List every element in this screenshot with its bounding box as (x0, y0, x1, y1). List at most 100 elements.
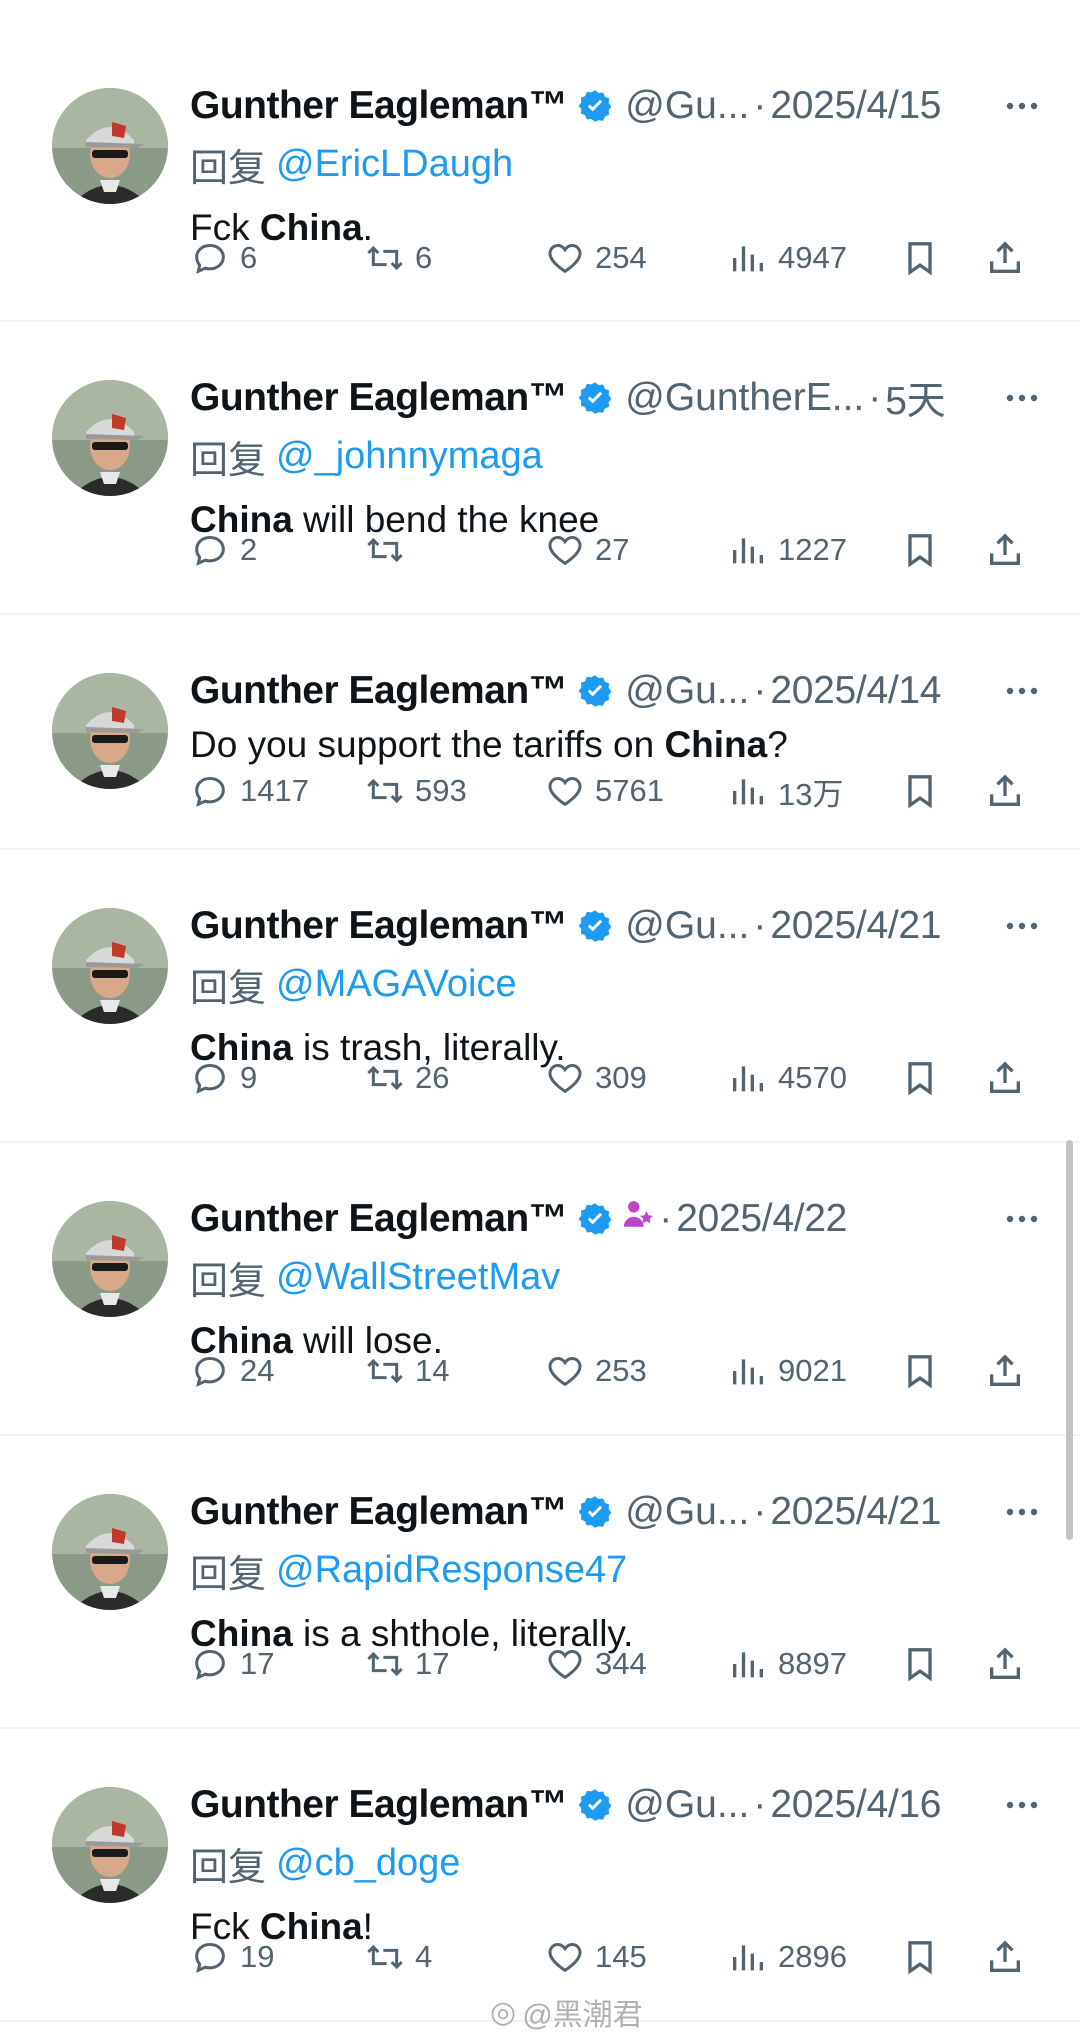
bookmark-button[interactable] (900, 1058, 940, 1098)
like-button[interactable]: 27 (545, 530, 629, 570)
avatar[interactable] (52, 1787, 168, 1903)
bookmark-button[interactable] (900, 530, 940, 570)
post-date[interactable]: 2025/4/21 (770, 904, 941, 948)
retweet-button[interactable]: 6 (365, 238, 432, 278)
views-button[interactable]: 4947 (728, 238, 847, 278)
views-button[interactable]: 9021 (728, 1351, 847, 1391)
share-button[interactable] (985, 1937, 1025, 1977)
more-options-icon[interactable] (1004, 1193, 1040, 1245)
views-button[interactable]: 4570 (728, 1058, 847, 1098)
reply-button[interactable]: 2 (190, 530, 257, 570)
share-button[interactable] (985, 1644, 1025, 1684)
retweet-button[interactable] (365, 530, 415, 570)
reply-to-link[interactable]: @WallStreetMav (276, 1256, 560, 1299)
author-name[interactable]: Gunther Eagleman™ (190, 669, 568, 713)
share-button[interactable] (985, 1351, 1025, 1391)
author-name[interactable]: Gunther Eagleman™ (190, 84, 568, 128)
author-handle[interactable]: @Gu... (625, 669, 749, 713)
reply-to-link[interactable]: @EricLDaugh (276, 143, 513, 186)
like-button[interactable]: 309 (545, 1058, 647, 1098)
bookmark-button[interactable] (900, 1937, 940, 1977)
bookmark-button[interactable] (900, 238, 940, 278)
watermark: ◎ @黑潮君 (490, 1990, 643, 2034)
avatar[interactable] (52, 380, 168, 496)
like-count: 27 (595, 532, 630, 567)
avatar[interactable] (52, 908, 168, 1024)
author-name[interactable]: Gunther Eagleman™ (190, 904, 568, 948)
more-options-icon[interactable] (1004, 900, 1040, 952)
author-handle[interactable]: @Gu... (625, 904, 749, 948)
tweet[interactable]: Gunther Eagleman™ @Gu... · 2025/4/15 回复 (0, 0, 1080, 322)
reply-button[interactable]: 9 (190, 1058, 257, 1098)
tweet[interactable]: Gunther Eagleman™ @Gu... · 2025/4/21 回复 (0, 850, 1080, 1143)
author-handle[interactable]: @Gu... (625, 84, 749, 128)
like-button[interactable]: 253 (545, 1351, 647, 1391)
retweet-button[interactable]: 14 (365, 1351, 449, 1391)
weibo-logo-icon: ◎ (490, 1995, 517, 2029)
post-date[interactable]: 2025/4/21 (770, 1490, 941, 1534)
more-options-icon[interactable] (1004, 80, 1040, 132)
author-handle[interactable]: @Gu... (625, 1490, 749, 1534)
author-handle[interactable]: @GuntherE... (625, 376, 864, 420)
reply-to-link[interactable]: @MAGAVoice (276, 963, 517, 1006)
post-date[interactable]: 2025/4/15 (770, 84, 941, 128)
post-date[interactable]: 2025/4/22 (676, 1197, 847, 1241)
author-name[interactable]: Gunther Eagleman™ (190, 1197, 568, 1241)
more-options-icon[interactable] (1004, 1486, 1040, 1538)
views-button[interactable]: 1227 (728, 530, 847, 570)
share-button[interactable] (985, 530, 1025, 570)
verified-badge-icon (578, 1203, 612, 1235)
like-button[interactable]: 145 (545, 1937, 647, 1977)
separator: · (659, 1197, 673, 1240)
reply-button[interactable]: 19 (190, 1937, 274, 1977)
post-date[interactable]: 2025/4/14 (770, 669, 941, 713)
tweet[interactable]: Gunther Eagleman™ @Gu... · 2025/4/16 回复 (0, 1729, 1080, 2022)
share-icon (990, 1354, 1020, 1386)
reply-to-link[interactable]: @cb_doge (276, 1842, 460, 1885)
views-button[interactable]: 13万 (728, 769, 843, 814)
post-date[interactable]: 5天 (885, 370, 945, 426)
tweet[interactable]: Gunther Eagleman™ @Gu... · 2025/4/14 Do … (0, 615, 1080, 850)
share-button[interactable] (985, 771, 1025, 811)
tweet[interactable]: Gunther Eagleman™ · 2025/4/22 回复 @WallSt… (0, 1143, 1080, 1436)
bookmark-button[interactable] (900, 1644, 940, 1684)
retweet-button[interactable]: 17 (365, 1644, 449, 1684)
avatar[interactable] (52, 88, 168, 204)
post-date[interactable]: 2025/4/16 (770, 1783, 941, 1827)
retweet-button[interactable]: 593 (365, 771, 467, 811)
avatar[interactable] (52, 673, 168, 789)
share-button[interactable] (985, 238, 1025, 278)
more-options-icon[interactable] (1004, 372, 1040, 424)
author-name[interactable]: Gunther Eagleman™ (190, 1490, 568, 1534)
tweet[interactable]: Gunther Eagleman™ @Gu... · 2025/4/21 回复 (0, 1436, 1080, 1729)
views-button[interactable]: 8897 (728, 1644, 847, 1684)
retweet-button[interactable]: 26 (365, 1058, 449, 1098)
reply-count: 17 (240, 1646, 275, 1681)
watermark-text: @黑潮君 (522, 1999, 643, 2032)
views-button[interactable]: 2896 (728, 1937, 847, 1977)
reply-button[interactable]: 6 (190, 238, 257, 278)
share-button[interactable] (985, 1058, 1025, 1098)
avatar[interactable] (52, 1494, 168, 1610)
like-button[interactable]: 254 (545, 238, 647, 278)
scrollbar[interactable] (1066, 1140, 1073, 1540)
more-options-icon[interactable] (1004, 665, 1040, 717)
avatar[interactable] (52, 1201, 168, 1317)
reply-to-link[interactable]: @RapidResponse47 (276, 1549, 627, 1592)
reply-button[interactable]: 24 (190, 1351, 274, 1391)
author-name[interactable]: Gunther Eagleman™ (190, 376, 568, 420)
tweet[interactable]: Gunther Eagleman™ @GuntherE... · 5天 回复 @… (0, 322, 1080, 615)
reply-button[interactable]: 1417 (190, 771, 309, 811)
like-button[interactable]: 5761 (545, 771, 664, 811)
like-button[interactable]: 344 (545, 1644, 647, 1684)
share-icon (990, 241, 1020, 273)
author-handle[interactable]: @Gu... (625, 1783, 749, 1827)
views-chart-icon (733, 538, 763, 564)
bookmark-button[interactable] (900, 1351, 940, 1391)
bookmark-button[interactable] (900, 771, 940, 811)
reply-to-link[interactable]: @_johnnymaga (276, 435, 543, 478)
author-name[interactable]: Gunther Eagleman™ (190, 1783, 568, 1827)
more-options-icon[interactable] (1004, 1779, 1040, 1831)
retweet-button[interactable]: 4 (365, 1937, 432, 1977)
reply-button[interactable]: 17 (190, 1644, 274, 1684)
